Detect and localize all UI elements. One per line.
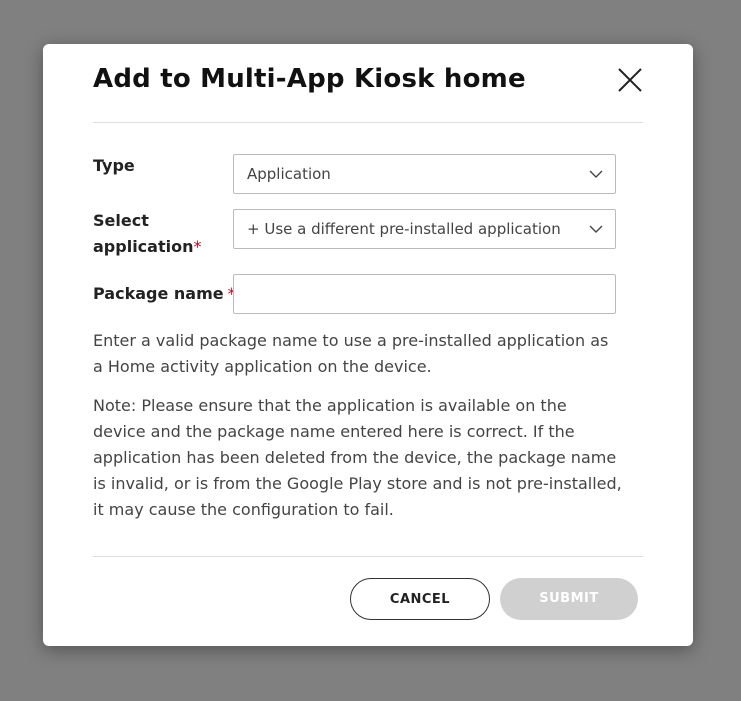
package-name-field[interactable] (233, 274, 616, 314)
select-application-label-line1: Select (93, 211, 149, 230)
select-application-label: Select application* (93, 208, 201, 260)
select-application-label-line2: application (93, 237, 194, 256)
required-marker: * (193, 237, 202, 256)
type-select-value: Application (247, 165, 331, 183)
submit-button[interactable]: SUBMIT (500, 578, 638, 620)
package-description: Enter a valid package name to use a pre-… (93, 331, 609, 376)
chevron-down-icon (589, 225, 603, 233)
type-select[interactable]: Application (233, 154, 616, 194)
footer-divider (93, 556, 643, 557)
cancel-button[interactable]: CANCEL (350, 578, 490, 620)
package-name-input[interactable] (234, 275, 615, 313)
type-label: Type (93, 156, 135, 175)
package-name-label: Package name * (93, 281, 236, 307)
application-select-value: + Use a different pre-installed applicat… (247, 220, 561, 238)
header-divider (93, 122, 643, 123)
close-icon (618, 68, 642, 92)
chevron-down-icon (589, 170, 603, 178)
dialog-title: Add to Multi-App Kiosk home (93, 64, 526, 94)
add-kiosk-dialog: Add to Multi-App Kiosk home Type Applica… (43, 44, 693, 646)
close-button[interactable] (616, 66, 644, 94)
package-note: Note: Please ensure that the application… (93, 396, 622, 519)
package-name-label-text: Package name (93, 284, 224, 303)
application-select[interactable]: + Use a different pre-installed applicat… (233, 209, 616, 249)
